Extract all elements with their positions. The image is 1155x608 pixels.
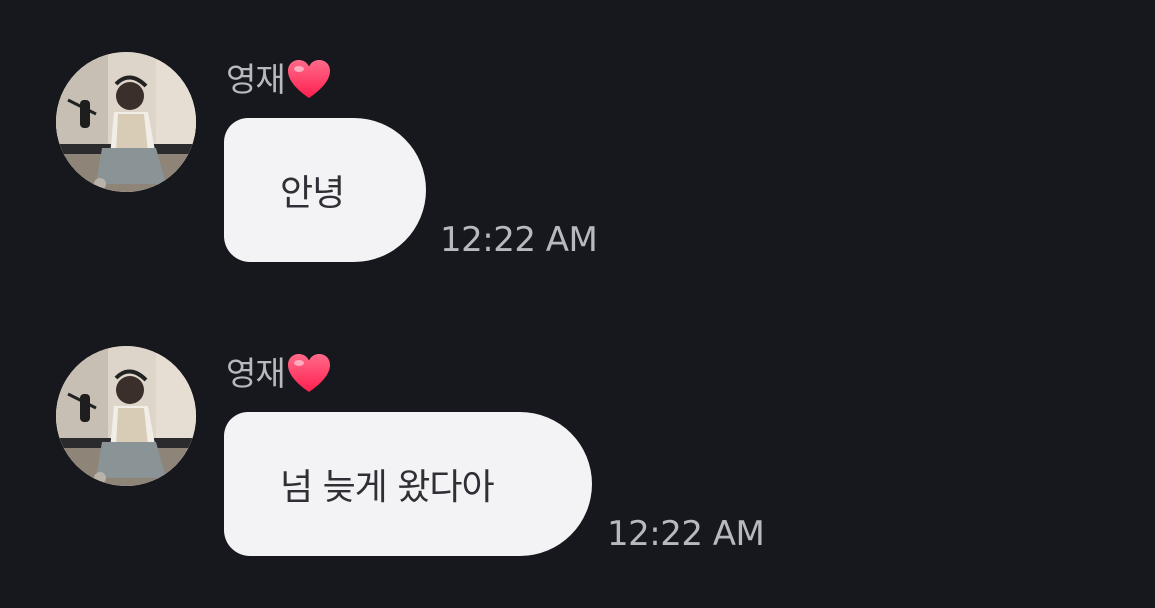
heart-icon — [287, 59, 331, 101]
message-text: 안녕 — [280, 173, 345, 214]
message-item: 영재 안녕 12:22 AM — [0, 52, 1155, 292]
avatar-photo — [56, 52, 196, 192]
avatar-photo — [56, 346, 196, 486]
avatar[interactable] — [56, 52, 196, 192]
sender-name: 영재 — [226, 60, 286, 99]
message-text: 넘 늦게 왔다아 — [280, 467, 495, 508]
message-timestamp: 12:22 AM — [440, 220, 598, 260]
message-bubble[interactable]: 안녕 — [224, 118, 426, 262]
message-timestamp: 12:22 AM — [607, 514, 765, 554]
avatar[interactable] — [56, 346, 196, 486]
sender-header: 영재 — [226, 58, 331, 102]
message-item: 영재 넘 늦게 왔다아 12:22 AM — [0, 346, 1155, 586]
message-bubble[interactable]: 넘 늦게 왔다아 — [224, 412, 592, 556]
sender-name: 영재 — [226, 354, 286, 393]
heart-icon — [287, 353, 331, 395]
sender-header: 영재 — [226, 352, 331, 396]
